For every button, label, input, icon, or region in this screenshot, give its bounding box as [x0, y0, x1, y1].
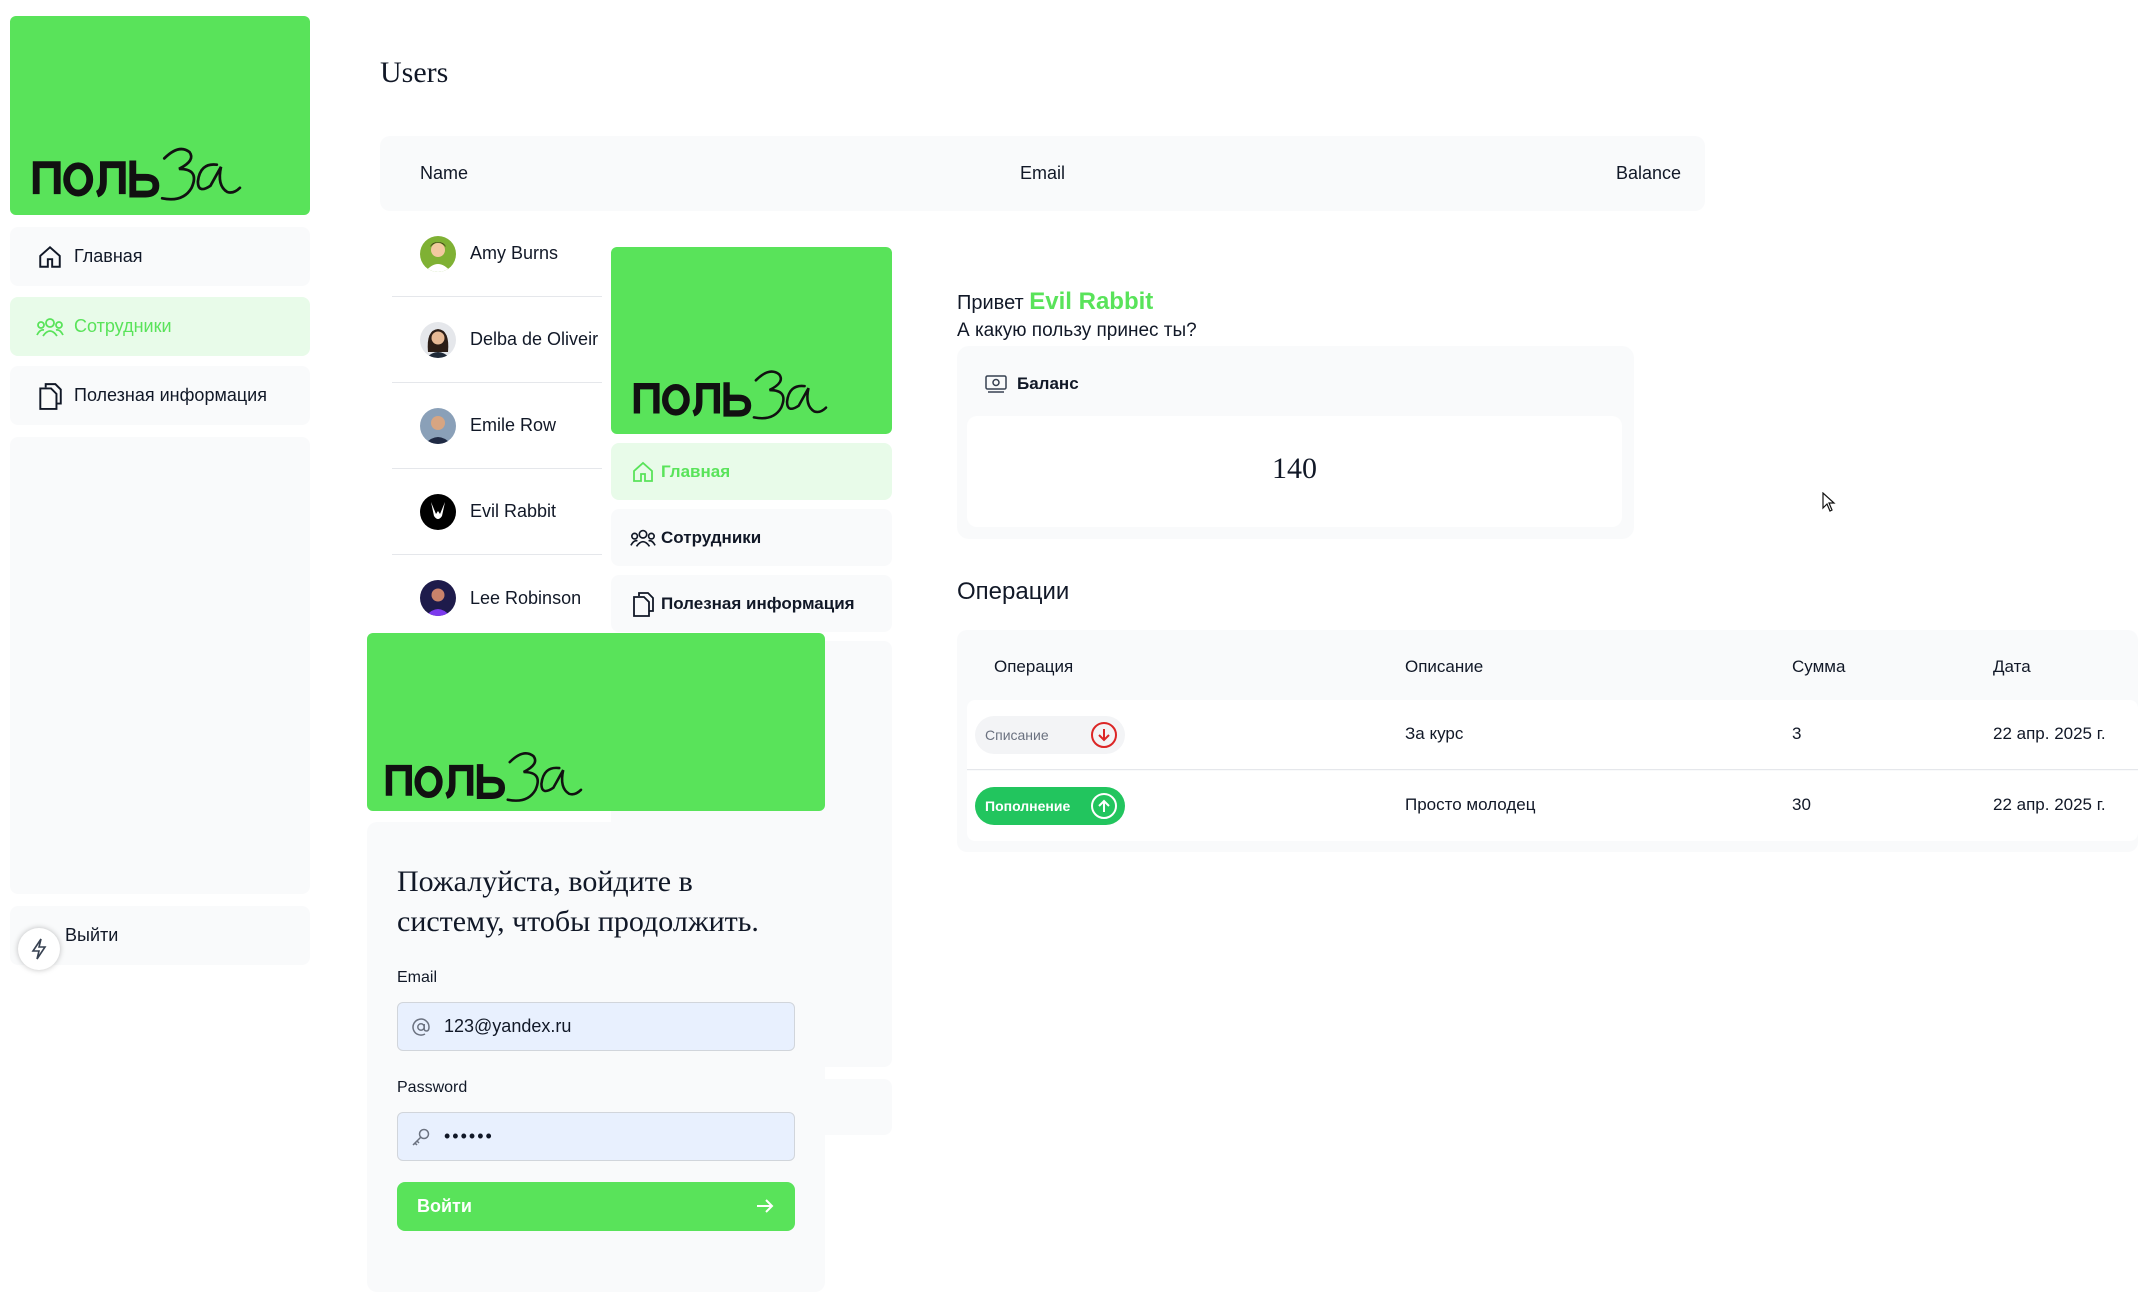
logo-icon	[385, 741, 583, 807]
balance-value: 140	[1272, 452, 1317, 485]
email-field[interactable]: 123@yandex.ru	[397, 1002, 795, 1051]
greeting: Привет Evil Rabbit	[957, 288, 1153, 316]
operations-title: Операции	[957, 578, 1070, 605]
sidebar-item-label: Сотрудники	[74, 316, 172, 336]
operation-amount: 30	[1792, 795, 1811, 814]
balance-value-box: 140	[967, 416, 1622, 527]
table-row[interactable]: Emile Row	[392, 383, 602, 469]
documents-icon	[26, 382, 74, 410]
operation-type-label: Пополнение	[985, 798, 1071, 814]
balance-label: Баланс	[1017, 374, 1079, 393]
logout-label: Выйти	[65, 925, 119, 945]
column-header-balance: Balance	[1615, 163, 1681, 183]
mid-nav-label: Сотрудники	[661, 527, 762, 547]
home-icon	[625, 460, 661, 484]
operation-type-badge: Списание	[975, 716, 1125, 754]
table-row[interactable]: Delba de Oliveir	[392, 297, 602, 383]
column-header-email: Email	[1020, 163, 1066, 183]
user-name: Emile Row	[470, 415, 557, 435]
operation-type-badge: Пополнение	[975, 787, 1125, 825]
login-form: Пожалуйста, войдите в систему, чтобы про…	[367, 822, 825, 1292]
operation-date: 22 апр. 2025 г.	[1993, 795, 2106, 814]
mid-nav-label: Полезная информация	[661, 593, 855, 613]
users-table-header: Name Email Balance	[380, 136, 1705, 211]
column-header-name: Name	[420, 163, 469, 183]
user-name: Evil Rabbit	[470, 501, 557, 521]
mid-nav-item-useful-info[interactable]: Полезная информация	[611, 575, 892, 632]
user-name: Delba de Oliveir	[470, 329, 599, 349]
avatar	[420, 580, 456, 616]
email-label: Email	[397, 969, 438, 986]
users-icon	[26, 314, 74, 340]
mouse-cursor-icon	[1822, 491, 1836, 517]
arrow-up-icon	[1091, 793, 1117, 819]
avatar	[420, 493, 456, 530]
greeting-subtitle: А какую пользу принес ты?	[957, 320, 1197, 341]
password-field[interactable]: ••••••	[397, 1112, 795, 1161]
at-sign-icon	[398, 1017, 444, 1036]
sidebar-logo[interactable]	[10, 16, 310, 215]
table-row[interactable]: Amy Burns	[392, 211, 602, 297]
documents-icon	[625, 591, 661, 617]
money-icon	[985, 375, 1007, 393]
sidebar-spacer	[10, 437, 310, 894]
login-button[interactable]: Войти	[397, 1182, 795, 1231]
avatar	[420, 321, 456, 358]
operation-description: За курс	[1405, 724, 1464, 743]
greeting-user-name: Evil Rabbit	[1029, 288, 1154, 315]
operation-amount: 3	[1792, 724, 1802, 743]
table-row[interactable]: Lee Robinson	[392, 555, 602, 641]
arrow-right-icon	[755, 1196, 775, 1216]
table-row[interactable]: Пополнение Просто молодец 30 22 апр. 202…	[967, 771, 2138, 841]
user-name: Lee Robinson	[470, 587, 582, 608]
column-header-amount: Сумма	[1792, 657, 1846, 676]
sidebar-item-useful-info[interactable]: Полезная информация	[10, 366, 310, 425]
logo-icon	[633, 359, 828, 425]
operation-type-label: Списание	[985, 727, 1049, 743]
key-icon	[398, 1127, 444, 1147]
sidebar-item-home[interactable]: Главная	[10, 227, 310, 286]
login-heading-line: систему, чтобы продолжить.	[397, 905, 759, 938]
login-heading: Пожалуйста, войдите в систему, чтобы про…	[397, 862, 759, 942]
greeting-prefix: Привет	[957, 292, 1024, 314]
page-title: Users	[380, 56, 449, 89]
users-icon	[625, 526, 661, 550]
column-header-description: Описание	[1405, 657, 1484, 676]
operation-date: 22 апр. 2025 г.	[1993, 724, 2106, 743]
arrow-down-icon	[1091, 722, 1117, 748]
balance-header: Баланс	[985, 374, 1079, 394]
avatar	[420, 235, 456, 272]
mid-nav-item-home[interactable]: Главная	[611, 443, 892, 500]
table-row[interactable]: Evil Rabbit	[392, 469, 602, 555]
balance-card: Баланс 140	[957, 346, 1634, 539]
sidebar-item-employees[interactable]: Сотрудники	[10, 297, 310, 356]
column-header-date: Дата	[1993, 657, 2031, 676]
password-value: ••••••	[444, 1126, 494, 1146]
lightning-icon	[31, 938, 47, 960]
mid-logo[interactable]	[611, 247, 892, 434]
sidebar-item-label: Главная	[74, 246, 143, 266]
logo-icon	[32, 136, 242, 206]
user-name: Amy Burns	[470, 243, 559, 263]
mid-nav-item-employees[interactable]: Сотрудники	[611, 509, 892, 566]
sidebar-item-label: Полезная информация	[74, 385, 267, 405]
column-header-operation: Операция	[994, 657, 1074, 676]
login-heading-line: Пожалуйста, войдите в	[397, 865, 693, 898]
avatar	[420, 407, 456, 444]
mid-nav-label: Главная	[661, 461, 731, 481]
login-button-label: Войти	[417, 1196, 472, 1216]
table-row[interactable]: Списание За курс 3 22 апр. 2025 г.	[967, 700, 2138, 770]
password-label: Password	[397, 1079, 468, 1096]
dev-tools-badge[interactable]	[18, 928, 60, 970]
login-logo	[367, 633, 825, 811]
operations-table: Операция Описание Сумма Дата Списание За…	[957, 630, 2138, 852]
email-value: 123@yandex.ru	[444, 1016, 572, 1036]
operation-description: Просто молодец	[1405, 795, 1536, 814]
home-icon	[26, 244, 74, 270]
